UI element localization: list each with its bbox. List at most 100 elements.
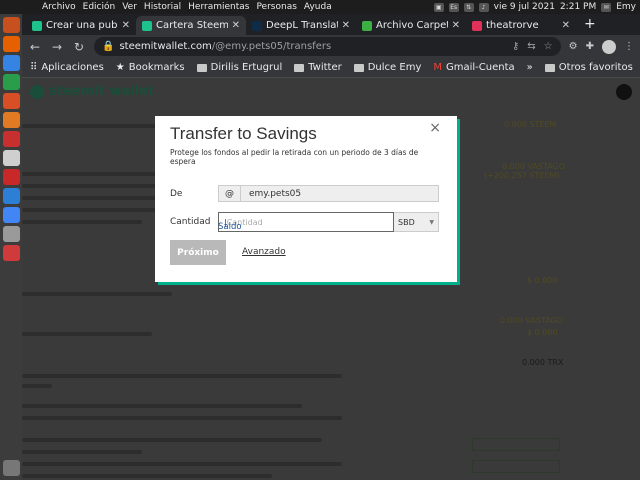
menu-archivo[interactable]: Archivo bbox=[42, 2, 76, 12]
tab-deepl[interactable]: DeepL Translate: ✕ bbox=[246, 16, 356, 35]
star-icon[interactable]: ☆ bbox=[544, 41, 553, 52]
bookmark-dirilis[interactable]: Dirilis Ertugrul bbox=[196, 62, 282, 73]
bookmark-dulce-emy[interactable]: Dulce Emy bbox=[353, 62, 421, 73]
files-icon[interactable] bbox=[2, 150, 20, 166]
close-tab-icon[interactable]: ✕ bbox=[452, 20, 460, 31]
reload-icon[interactable]: ↻ bbox=[72, 40, 86, 54]
close-tab-icon[interactable]: ✕ bbox=[342, 20, 350, 31]
puzzle-icon[interactable]: ✚ bbox=[586, 41, 594, 52]
launcher bbox=[0, 14, 22, 480]
menu-herramientas[interactable]: Herramientas bbox=[188, 2, 249, 12]
gmail-icon: M bbox=[433, 62, 442, 73]
chrome-menu-icon[interactable]: ⋮ bbox=[624, 41, 634, 52]
menu-personas[interactable]: Personas bbox=[256, 2, 296, 12]
from-field: @ emy.pets05 bbox=[218, 185, 439, 202]
app-icon-red[interactable] bbox=[2, 169, 20, 185]
bookmark-label: Aplicaciones bbox=[41, 62, 104, 73]
key-icon[interactable]: ⚷ bbox=[512, 41, 519, 52]
theatrorve-favicon-icon bbox=[472, 20, 482, 31]
trx-balance: 0.000 TRX bbox=[522, 358, 564, 367]
currency-value: SBD bbox=[398, 217, 415, 227]
dialog-title: Transfer to Savings bbox=[170, 124, 317, 143]
calc-icon[interactable] bbox=[2, 74, 20, 90]
impress-icon[interactable] bbox=[2, 93, 20, 109]
keyboard-layout-icon[interactable]: Es bbox=[448, 2, 459, 12]
steemit-wallet-logo[interactable]: steemit wallet bbox=[30, 84, 154, 99]
bookmark-gmail[interactable]: M Gmail-Cuenta bbox=[433, 62, 514, 73]
app-icon-red-2[interactable] bbox=[2, 245, 20, 261]
menu-ver[interactable]: Ver bbox=[122, 2, 137, 12]
user-name[interactable]: Emy bbox=[616, 2, 636, 12]
tab-strip: Crear una publica ✕ Cartera Steemit ✕ De… bbox=[22, 14, 640, 35]
back-icon[interactable]: ← bbox=[28, 40, 42, 54]
translate-icon[interactable]: ⇆ bbox=[527, 41, 535, 52]
network-icon[interactable]: ⇅ bbox=[463, 2, 474, 12]
tab-theatrorve[interactable]: theatrorve ✕ bbox=[466, 16, 576, 35]
dash-icon[interactable] bbox=[2, 17, 20, 33]
dialog-subtitle: Protege los fondos al pedir la retirada … bbox=[170, 148, 419, 166]
app-icon-gray[interactable] bbox=[2, 226, 20, 242]
bookmark-aplicaciones[interactable]: ⠿ Aplicaciones bbox=[30, 62, 104, 73]
currency-select[interactable]: SBD ▼ bbox=[394, 212, 439, 232]
app-menu: Archivo Edición Ver Historial Herramient… bbox=[0, 2, 332, 12]
profile-avatar[interactable] bbox=[602, 39, 616, 54]
menu-edicion[interactable]: Edición bbox=[83, 2, 116, 12]
chrome-icon[interactable] bbox=[2, 207, 20, 223]
clock-date[interactable]: vie 9 jul 2021 bbox=[494, 2, 555, 12]
advanced-link[interactable]: Avanzado bbox=[242, 247, 286, 257]
bookmark-bookmarks[interactable]: ★ Bookmarks bbox=[116, 62, 185, 73]
new-tab-icon[interactable]: + bbox=[576, 16, 604, 35]
settings-icon[interactable] bbox=[2, 131, 20, 147]
menu-historial[interactable]: Historial bbox=[144, 2, 181, 12]
folder-icon bbox=[353, 63, 364, 72]
close-tab-icon[interactable]: ✕ bbox=[232, 20, 240, 31]
forward-icon[interactable]: → bbox=[50, 40, 64, 54]
tab-title: Cartera Steemit bbox=[156, 20, 228, 31]
account-avatar[interactable] bbox=[616, 84, 632, 100]
system-tray: ▣ Es ⇅ ♪ vie 9 jul 2021 2:21 PM ✉ Emy bbox=[433, 2, 640, 12]
lock-icon[interactable]: 🔒 bbox=[102, 41, 114, 52]
firefox-icon[interactable] bbox=[2, 36, 20, 52]
amount-label: Cantidad bbox=[170, 217, 211, 227]
amount-input[interactable]: | Cantidad bbox=[218, 212, 394, 232]
bookmarks-more-icon[interactable]: » bbox=[527, 62, 533, 73]
app-icon-blue[interactable] bbox=[2, 188, 20, 204]
at-symbol: @ bbox=[219, 186, 241, 201]
tab-crear-publicacion[interactable]: Crear una publica ✕ bbox=[26, 16, 136, 35]
next-button[interactable]: Próximo bbox=[170, 240, 226, 265]
tab-title: theatrorve bbox=[486, 20, 539, 31]
writer-icon[interactable] bbox=[2, 55, 20, 71]
dropbox-icon[interactable]: ▣ bbox=[433, 2, 444, 12]
bookmark-label: Bookmarks bbox=[128, 62, 185, 73]
bookmark-otros-favoritos[interactable]: Otros favoritos bbox=[544, 62, 633, 73]
mail-icon[interactable]: ✉ bbox=[601, 2, 612, 12]
chevron-down-icon: ▼ bbox=[429, 218, 434, 226]
tab-title: Crear una publica bbox=[46, 20, 118, 31]
vastago-balance: 0.000 VASTAGO bbox=[502, 162, 566, 171]
software-center-icon[interactable] bbox=[2, 112, 20, 128]
trx-action-button[interactable] bbox=[472, 438, 560, 451]
amount-row: Cantidad | Cantidad SBD ▼ bbox=[170, 212, 439, 232]
trx-secondary-button[interactable] bbox=[472, 460, 560, 473]
address-bar[interactable]: 🔒 steemitwallet.com/@emy.pets05/transfer… bbox=[94, 37, 561, 56]
from-row: De @ emy.pets05 bbox=[170, 185, 439, 202]
steemit-favicon-icon bbox=[142, 20, 152, 31]
bookmark-label: Gmail-Cuenta bbox=[446, 62, 515, 73]
menu-ayuda[interactable]: Ayuda bbox=[304, 2, 332, 12]
tab-archivo-carpeta[interactable]: Archivo Carpeta ✕ bbox=[356, 16, 466, 35]
volume-icon[interactable]: ♪ bbox=[478, 2, 489, 12]
tab-cartera-steemit[interactable]: Cartera Steemit ✕ bbox=[136, 16, 246, 35]
bookmark-twitter[interactable]: Twitter bbox=[294, 62, 342, 73]
saldo-link[interactable]: Saldo bbox=[218, 222, 242, 232]
extension-icon[interactable]: ⚙ bbox=[569, 41, 578, 52]
tab-title: Archivo Carpeta bbox=[376, 20, 448, 31]
close-tab-icon[interactable]: ✕ bbox=[122, 20, 130, 31]
close-tab-icon[interactable]: ✕ bbox=[562, 20, 570, 31]
close-icon[interactable]: × bbox=[429, 120, 441, 136]
deepl-favicon-icon bbox=[252, 20, 262, 31]
bookmark-label: Twitter bbox=[308, 62, 342, 73]
folder-icon bbox=[196, 63, 207, 72]
clock-time[interactable]: 2:21 PM bbox=[560, 2, 596, 12]
trash-icon[interactable] bbox=[2, 460, 20, 476]
amount-group: | Cantidad SBD ▼ bbox=[218, 212, 439, 232]
